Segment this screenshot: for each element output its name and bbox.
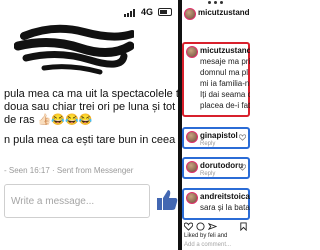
seen-status: - Seen 16:17 · Sent from Messenger — [4, 166, 134, 175]
message-line: doua sau chiar trei ori pe luna și tot n… — [4, 101, 178, 113]
status-bar: 4G — [0, 0, 178, 24]
avatar — [186, 131, 198, 143]
liked-by-text: Liked by feli — [184, 233, 216, 239]
signal-icon — [124, 9, 138, 17]
message-composer — [4, 184, 150, 218]
reply-link[interactable]: Reply — [200, 171, 215, 177]
avatar — [186, 46, 198, 58]
add-comment-input[interactable]: Add a comment... — [184, 242, 231, 248]
reply-link[interactable]: Reply — [200, 141, 215, 147]
liked-by-suffix: and — [217, 233, 228, 239]
post-actions — [184, 222, 248, 232]
comment-text-line: Iți dai seama c — [200, 90, 250, 99]
messenger-panel: 4G pula mea ca ma uit la spectacolele ta… — [0, 0, 178, 250]
avatar — [186, 161, 198, 173]
message-input[interactable] — [11, 193, 141, 209]
avatar — [184, 8, 196, 20]
heart-icon[interactable] — [239, 134, 246, 141]
comment-text-line: sara și la bataia — [200, 203, 250, 212]
comment-icon[interactable] — [196, 222, 205, 231]
message-line: n pula mea ca ești tare bun in ceea ce — [4, 134, 178, 146]
comment-username[interactable]: micutzustandu — [198, 8, 250, 18]
comment-text-line: mi ia familia-n — [200, 79, 250, 88]
comment-username[interactable]: ginapistol — [200, 131, 238, 141]
heart-icon[interactable] — [239, 164, 246, 171]
comment-text-line: domnul ma pl — [200, 68, 249, 77]
share-icon[interactable] — [208, 222, 217, 231]
highlighted-comment: micutzustandu mesaje ma pri domnul ma pl… — [182, 42, 250, 117]
comment-username[interactable]: dorutodoru — [200, 161, 243, 171]
comment-item: andreitstoica sara și la bataia — [182, 188, 250, 220]
thumbs-up-icon[interactable] — [156, 188, 178, 212]
heart-icon[interactable] — [184, 222, 193, 231]
comment-username[interactable]: andreitstoica — [200, 192, 250, 202]
comment-text-line: placea de-i fat — [200, 101, 250, 110]
comment-username[interactable]: micutzustandu — [200, 46, 250, 56]
liked-by[interactable]: Liked by feli and — [184, 233, 227, 239]
redacted-scribble — [14, 24, 134, 75]
comment-item: dorutodoru Reply — [182, 157, 250, 179]
message-line: de ras 👍🏻😂😂😂 — [4, 114, 93, 126]
message-line: pula mea ca ma uit la spectacolele tale — [4, 88, 178, 100]
network-label: 4G — [141, 7, 154, 17]
comment-item: ginapistol Reply — [182, 127, 250, 149]
avatar — [186, 192, 198, 204]
instagram-panel: micutzustandu micutzustandu mesaje ma pr… — [182, 0, 250, 250]
comment-top: micutzustandu — [182, 6, 250, 20]
battery-icon — [158, 8, 172, 16]
comment-text-line: mesaje ma pri — [200, 57, 250, 66]
bookmark-icon[interactable] — [239, 222, 248, 231]
